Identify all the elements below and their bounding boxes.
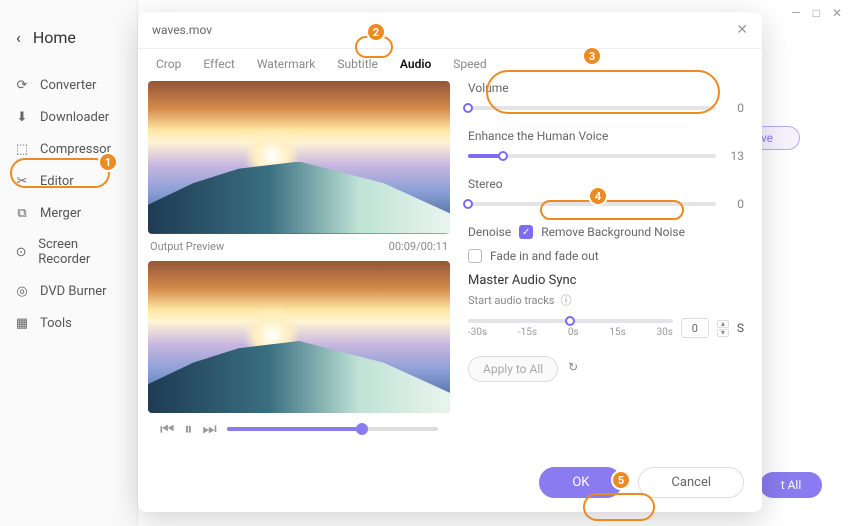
preview-time: 00:09/00:11 — [389, 240, 448, 253]
home-label: Home — [33, 28, 76, 47]
prev-button-icon[interactable]: ⏮ — [160, 419, 174, 439]
cancel-button[interactable]: Cancel — [638, 467, 744, 498]
tab-watermark[interactable]: Watermark — [257, 57, 316, 71]
sidebar-item-converter[interactable]: ⟳ Converter — [0, 69, 137, 101]
annotation-badge-5: 5 — [611, 470, 631, 490]
modal-title: waves.mov — [152, 23, 212, 37]
annotation-ring-4 — [540, 200, 684, 220]
next-button-icon[interactable]: ⏭ — [202, 419, 216, 439]
fade-checkbox[interactable] — [468, 249, 482, 263]
enhance-slider[interactable] — [468, 154, 716, 158]
reset-icon[interactable]: ↻ — [568, 360, 586, 378]
converter-icon: ⟳ — [14, 77, 30, 93]
stereo-label: Stereo — [468, 177, 744, 191]
pause-button-icon[interactable]: ⏸ — [184, 419, 192, 439]
enhance-label: Enhance the Human Voice — [468, 129, 744, 143]
sidebar-item-tools[interactable]: ▦ Tools — [0, 307, 137, 339]
denoise-option: Remove Background Noise — [541, 225, 685, 239]
sync-stepper[interactable]: ▴ ▾ — [717, 320, 729, 337]
sidebar-item-downloader[interactable]: ⬇ Downloader — [0, 101, 137, 133]
sync-unit: S — [737, 321, 744, 335]
disc-icon: ◎ — [14, 283, 30, 299]
player-controls: ⏮ ⏸ ⏭ — [148, 413, 450, 449]
tab-subtitle[interactable]: Subtitle — [337, 57, 378, 71]
annotation-ring-5 — [583, 493, 655, 521]
sync-value[interactable]: 0 — [681, 318, 709, 338]
download-icon: ⬇ — [14, 109, 30, 125]
sidebar: ‹ Home ⟳ Converter ⬇ Downloader ⬚ Compre… — [0, 0, 138, 526]
sidebar-item-recorder[interactable]: ⊙ Screen Recorder — [0, 229, 137, 275]
chevron-left-icon: ‹ — [16, 28, 21, 47]
tab-effect[interactable]: Effect — [203, 57, 235, 71]
enhance-value: 13 — [726, 149, 744, 163]
back-home[interactable]: ‹ Home — [0, 24, 137, 63]
fade-label: Fade in and fade out — [490, 249, 599, 263]
info-icon[interactable]: ⓘ — [560, 292, 571, 308]
volume-value: 0 — [726, 101, 744, 115]
preview-label: Output Preview — [150, 240, 224, 253]
denoise-checkbox[interactable]: ✓ — [519, 225, 533, 239]
tab-audio[interactable]: Audio — [400, 57, 431, 71]
modal-close-icon[interactable]: ✕ — [736, 22, 748, 38]
tab-crop[interactable]: Crop — [156, 57, 181, 71]
partial-button-all[interactable]: t All — [760, 472, 822, 498]
window-controls: — □ ✕ — [791, 6, 842, 20]
preview-original — [148, 81, 450, 234]
annotation-badge-2: 2 — [366, 22, 386, 42]
seek-slider[interactable] — [227, 427, 438, 431]
annotation-badge-3: 3 — [582, 46, 602, 66]
sync-hint: Start audio tracks — [468, 294, 554, 307]
compress-icon: ⬚ — [14, 141, 30, 157]
preview-output — [148, 261, 450, 414]
step-up-icon[interactable]: ▴ — [717, 320, 729, 328]
background-panel — [762, 0, 850, 526]
minimize-icon[interactable]: — — [791, 6, 800, 20]
step-down-icon[interactable]: ▾ — [717, 329, 729, 337]
sidebar-item-merger[interactable]: ⧉ Merger — [0, 197, 137, 229]
stereo-value: 0 — [726, 197, 744, 211]
sidebar-item-dvd[interactable]: ◎ DVD Burner — [0, 275, 137, 307]
denoise-label: Denoise — [468, 225, 511, 239]
annotation-badge-1: 1 — [98, 152, 118, 172]
annotation-ring-3 — [486, 70, 720, 114]
preview-column: Output Preview 00:09/00:11 ⏮ ⏸ ⏭ — [138, 81, 458, 457]
tab-speed[interactable]: Speed — [453, 57, 486, 71]
maximize-icon[interactable]: □ — [813, 6, 820, 20]
apply-all-button[interactable]: Apply to All — [468, 356, 558, 382]
recorder-icon: ⊙ — [14, 244, 28, 260]
sync-title: Master Audio Sync — [468, 273, 744, 288]
audio-controls: Volume 0 Enhance the Human Voice 13 Ster… — [458, 81, 762, 457]
close-icon[interactable]: ✕ — [832, 6, 842, 20]
sync-slider[interactable] — [468, 319, 673, 323]
grid-icon: ▦ — [14, 315, 30, 331]
merge-icon: ⧉ — [14, 205, 30, 221]
annotation-badge-4: 4 — [588, 186, 608, 206]
annotation-ring-1 — [10, 158, 110, 188]
